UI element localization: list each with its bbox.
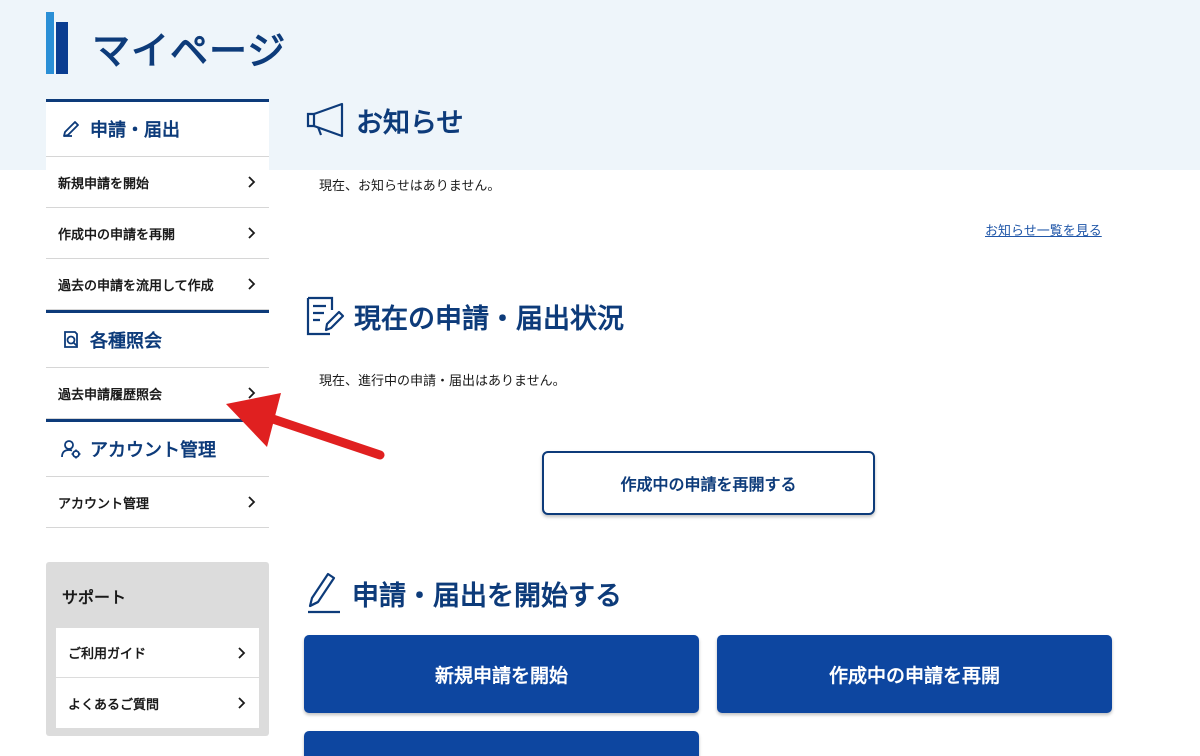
title-accent-dark — [56, 22, 68, 74]
sidebar-item-reuse-past[interactable]: 過去の申請を流用して作成 — [46, 259, 269, 310]
sidebar-item-account-management[interactable]: アカウント管理 — [46, 477, 269, 528]
start-title-label: 申請・届出を開始する — [352, 580, 622, 612]
sidebar-heading-label: 各種照会 — [90, 331, 162, 352]
status-title: 現在の申請・届出状況 — [304, 294, 624, 338]
status-title-label: 現在の申請・届出状況 — [354, 303, 624, 335]
start-new-button[interactable]: 新規申請を開始 — [304, 635, 699, 713]
support-item-label: ご利用ガイド — [68, 647, 147, 662]
support-panel: サポート ご利用ガイド よくあるご質問 — [46, 562, 269, 736]
status-empty-text: 現在、進行中の申請・届出はありません。 — [319, 374, 566, 389]
sidebar-item-resume-draft[interactable]: 作成中の申請を再開 — [46, 208, 269, 259]
megaphone-icon — [306, 102, 344, 138]
sidebar-item-label: 新規申請を開始 — [58, 176, 150, 192]
sidebar-item-history[interactable]: 過去申請履歴照会 — [46, 368, 269, 419]
chevron-right-icon — [238, 646, 246, 659]
notices-empty-text: 現在、お知らせはありません。 — [319, 179, 501, 194]
document-edit-icon — [306, 296, 345, 336]
sidebar-item-label: 過去の申請を流用して作成 — [58, 278, 214, 294]
sidebar-item-label: アカウント管理 — [58, 496, 150, 512]
resume-draft-button[interactable]: 作成中の申請を再開する — [542, 451, 875, 515]
sidebar-item-label: 作成中の申請を再開 — [58, 227, 176, 243]
support-list: ご利用ガイド よくあるご質問 — [56, 628, 259, 728]
sidebar-heading-account: アカウント管理 — [46, 419, 269, 477]
sidebar-heading-application: 申請・届出 — [46, 99, 269, 157]
notices-title-label: お知らせ — [356, 107, 464, 139]
support-item-label: よくあるご質問 — [68, 697, 160, 713]
chevron-right-icon — [248, 227, 256, 239]
chevron-right-icon — [248, 176, 256, 188]
support-title: サポート — [62, 588, 127, 607]
support-item-faq[interactable]: よくあるご質問 — [56, 678, 259, 728]
sidebar: 申請・届出 新規申請を開始 作成中の申請を再開 過去の申請を流用して作成 各種照… — [46, 99, 269, 528]
chevron-right-icon — [248, 496, 256, 508]
support-item-guide[interactable]: ご利用ガイド — [56, 628, 259, 678]
chevron-right-icon — [248, 278, 256, 290]
chevron-right-icon — [238, 697, 246, 709]
title-accent-light — [46, 12, 54, 74]
pencil-icon — [60, 118, 82, 140]
sidebar-heading-label: 申請・届出 — [90, 120, 180, 141]
resume-application-button[interactable]: 作成中の申請を再開 — [717, 635, 1112, 713]
notices-title: お知らせ — [304, 100, 463, 140]
start-button-partial[interactable] — [304, 731, 699, 756]
chevron-right-icon — [248, 387, 256, 399]
sidebar-heading-label: アカウント管理 — [90, 440, 216, 461]
notices-list-link[interactable]: お知らせ一覧を見る — [985, 220, 1102, 239]
start-title: 申請・届出を開始する — [304, 570, 622, 616]
page-title: マイページ — [92, 29, 287, 73]
sidebar-item-label: 過去申請履歴照会 — [58, 387, 163, 403]
pen-icon — [308, 572, 340, 614]
sidebar-item-new-application[interactable]: 新規申請を開始 — [46, 157, 269, 208]
sidebar-heading-inquiry: 各種照会 — [46, 310, 269, 368]
user-gear-icon — [60, 438, 82, 460]
document-search-icon — [60, 329, 82, 351]
